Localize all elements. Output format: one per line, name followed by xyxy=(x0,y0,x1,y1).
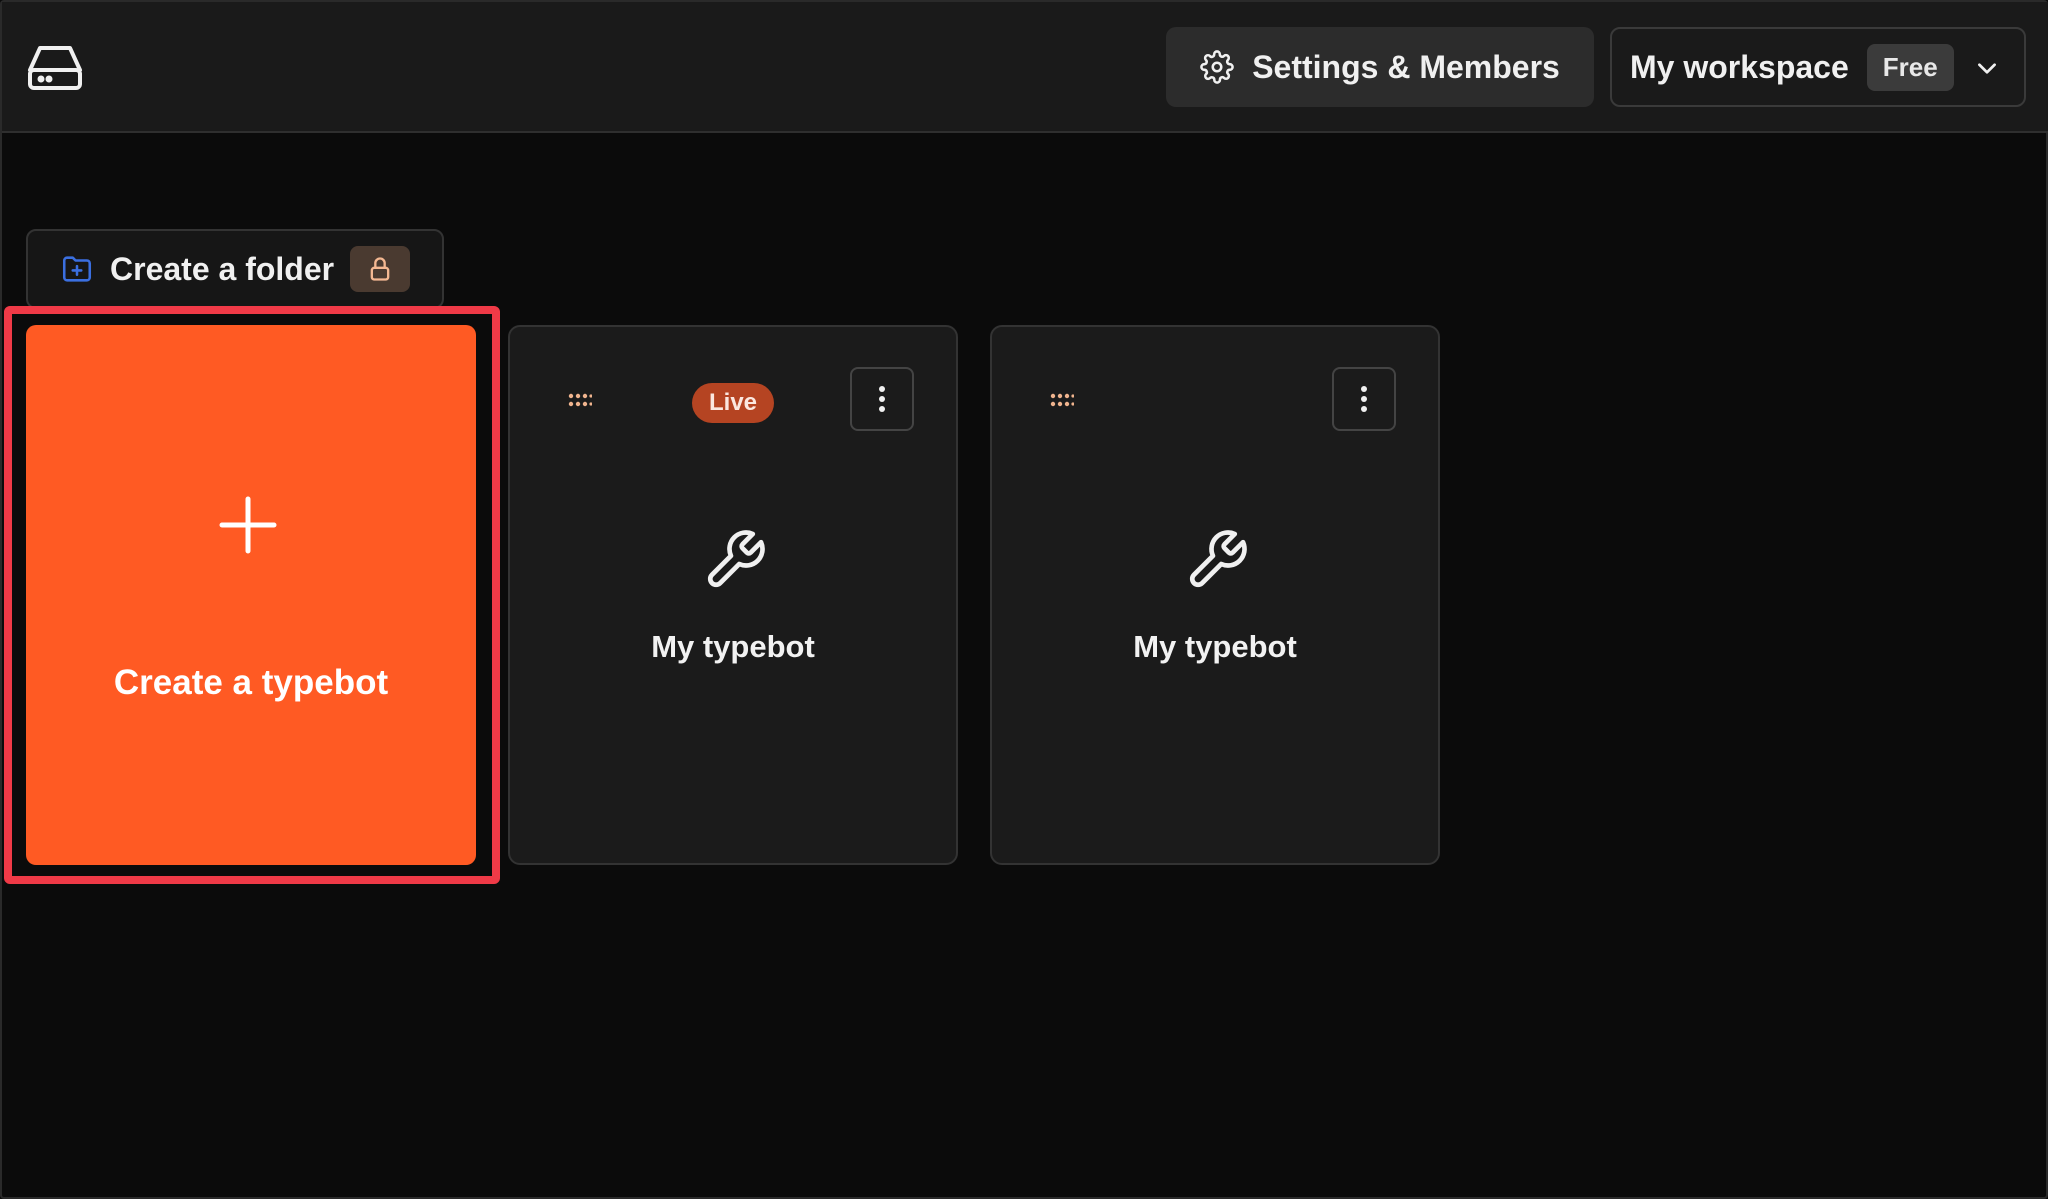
wrench-icon xyxy=(707,530,765,588)
hard-drive-icon[interactable] xyxy=(26,42,84,92)
more-options-button[interactable] xyxy=(850,367,914,431)
create-folder-label: Create a folder xyxy=(110,250,335,287)
settings-members-label: Settings & Members xyxy=(1252,48,1560,85)
lock-icon xyxy=(370,257,390,281)
more-options-button[interactable] xyxy=(1332,367,1396,431)
typebot-name: My typebot xyxy=(651,629,815,664)
typebot-card[interactable]: My typebot xyxy=(990,325,1440,865)
more-vertical-icon xyxy=(1361,386,1367,412)
app-window: Settings & Members My workspace Free Cre… xyxy=(0,0,2048,1199)
create-folder-button[interactable]: Create a folder xyxy=(26,229,444,309)
workspace-name: My workspace xyxy=(1630,48,1849,85)
top-header: Settings & Members My workspace Free xyxy=(2,2,2048,133)
lock-badge xyxy=(350,246,410,292)
drag-handle-icon[interactable] xyxy=(568,393,592,407)
wrench-icon xyxy=(1189,530,1247,588)
live-badge: Live xyxy=(692,383,774,423)
create-typebot-card[interactable]: Create a typebot xyxy=(26,325,476,865)
create-typebot-label: Create a typebot xyxy=(113,663,389,702)
workspace-dropdown[interactable]: My workspace Free xyxy=(1610,27,2026,107)
folder-plus-icon xyxy=(62,256,92,282)
typebot-card[interactable]: Live My typebot xyxy=(508,325,958,865)
chevron-down-icon xyxy=(1978,63,1996,74)
more-vertical-icon xyxy=(879,386,885,412)
drag-handle-icon[interactable] xyxy=(1050,393,1074,407)
plan-badge: Free xyxy=(1866,43,1954,91)
settings-members-button[interactable]: Settings & Members xyxy=(1166,27,1594,107)
plus-icon xyxy=(219,496,277,554)
typebot-name: My typebot xyxy=(1133,629,1297,664)
gear-icon xyxy=(1200,50,1234,84)
